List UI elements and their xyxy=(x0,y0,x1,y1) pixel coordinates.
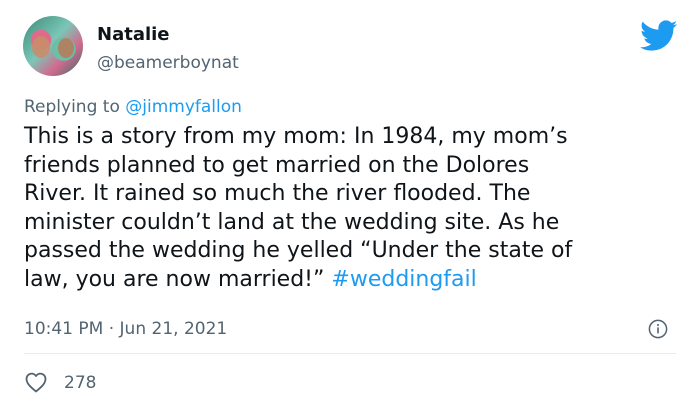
reply-prefix: Replying to xyxy=(24,97,126,117)
avatar[interactable] xyxy=(23,16,83,76)
avatar-face-left xyxy=(32,36,50,58)
heart-icon[interactable] xyxy=(24,371,48,393)
tweet-date: Jun 21, 2021 xyxy=(119,319,228,339)
like-count: 278 xyxy=(64,373,97,393)
avatar-face-right xyxy=(58,38,74,58)
tweet-line: This is a story from my mom: In 1984, my… xyxy=(24,124,568,149)
reply-mention-link[interactable]: @jimmyfallon xyxy=(125,97,242,117)
tweet-line: minister couldn’t land at the wedding si… xyxy=(24,209,560,235)
hashtag-link[interactable]: #weddingfail xyxy=(331,267,476,292)
tweet-card: Natalie @beamerboynat Replying to @jimmy… xyxy=(0,0,700,411)
tweet-last-text: law, you are now married!” xyxy=(24,266,332,292)
reply-context: Replying to @jimmyfallon xyxy=(24,96,242,118)
tweet-text: This is a story from my mom: In 1984, my… xyxy=(24,123,689,294)
twitter-bird-icon[interactable] xyxy=(640,20,678,52)
tweet-time: 10:41 PM xyxy=(24,319,104,339)
divider xyxy=(24,353,676,354)
tweet-timestamp[interactable]: 10:41 PM · Jun 21, 2021 xyxy=(24,318,227,340)
user-name[interactable]: Natalie xyxy=(97,24,170,46)
tweet-line: River. It rained so much the river flood… xyxy=(24,181,531,206)
tweet-line: friends planned to get married on the Do… xyxy=(24,152,530,178)
tweet-line: passed the wedding he yelled “Under the … xyxy=(24,238,573,263)
tweet-line-last: law, you are now married!” #weddingfail xyxy=(24,266,689,295)
info-icon[interactable] xyxy=(648,319,668,339)
user-handle[interactable]: @beamerboynat xyxy=(97,52,239,74)
meta-separator: · xyxy=(103,319,120,339)
